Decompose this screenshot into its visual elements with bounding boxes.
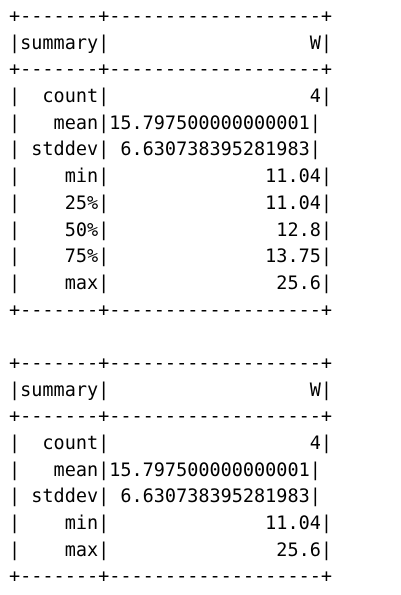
table-border-bottom: +-------+-------------------+ bbox=[9, 299, 333, 321]
table-border-header: +-------+-------------------+ bbox=[9, 59, 333, 81]
table-header: |summary| W| bbox=[9, 379, 333, 401]
table-row-min: | min| 11.04| bbox=[9, 513, 333, 535]
table-row-50pct: | 50%| 12.8| bbox=[9, 219, 333, 241]
table-row-max: | max| 25.6| bbox=[9, 539, 333, 561]
table-row-75pct: | 75%| 13.75| bbox=[9, 246, 333, 268]
table-row-mean: | mean|15.797500000000001| bbox=[9, 459, 321, 481]
table-row-stddev: | stddev| 6.630738395281983| bbox=[9, 486, 321, 508]
table-row-min: | min| 11.04| bbox=[9, 166, 333, 188]
describe-table-2: +-------+-------------------+ |summary| … bbox=[9, 351, 399, 591]
table-row-count: | count| 4| bbox=[9, 433, 333, 454]
table-row-stddev: | stddev| 6.630738395281983| bbox=[9, 139, 321, 161]
table-header: |summary| W| bbox=[9, 32, 333, 54]
table-border-bottom: +-------+-------------------+ bbox=[9, 566, 333, 588]
console-output: +-------+-------------------+ |summary| … bbox=[9, 4, 399, 591]
table-border-top: +-------+-------------------+ bbox=[9, 352, 333, 374]
table-border-header: +-------+-------------------+ bbox=[9, 406, 333, 428]
table-row-mean: | mean|15.797500000000001| bbox=[9, 112, 321, 134]
describe-table: +-------+-------------------+ |summary| … bbox=[9, 4, 399, 324]
table-row-count: | count| 4| bbox=[9, 86, 333, 108]
table-border-top: +-------+-------------------+ bbox=[9, 6, 333, 27]
table-row-max: | max| 25.6| bbox=[9, 272, 333, 294]
table-row-25pct: | 25%| 11.04| bbox=[9, 192, 333, 214]
